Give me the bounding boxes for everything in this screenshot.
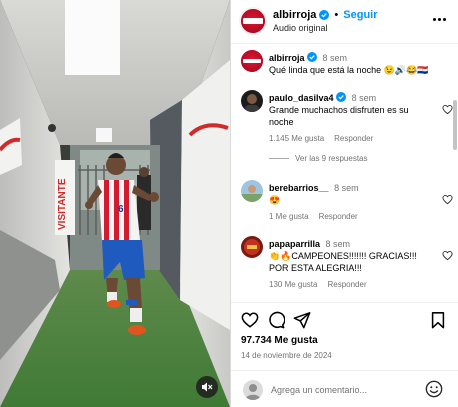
- comment-meta: 1 Me gusta Responder: [269, 211, 429, 223]
- reply-button[interactable]: Responder: [327, 279, 366, 291]
- comment-username[interactable]: papaparrilla: [269, 239, 320, 249]
- mute-button[interactable]: [196, 376, 218, 398]
- share-send-icon[interactable]: [293, 311, 311, 329]
- comment-meta: 130 Me gusta Responder: [269, 279, 429, 291]
- caption-avatar[interactable]: [241, 50, 263, 72]
- comment-likes[interactable]: 1 Me gusta: [269, 211, 309, 223]
- author-line: albirroja • Seguir: [273, 9, 378, 21]
- commenter-avatar[interactable]: [241, 236, 263, 258]
- verified-badge-icon: [336, 92, 347, 102]
- post-actions: 97.734 Me gusta 14 de noviembre de 2024: [231, 302, 458, 374]
- heart-icon[interactable]: [442, 194, 453, 205]
- reply-button[interactable]: Responder: [334, 133, 373, 145]
- view-replies-label: Ver las 9 respuestas: [295, 154, 368, 163]
- post-side-panel: albirroja • Seguir Audio original albirr…: [230, 0, 458, 407]
- comment-time: 8 sem: [351, 93, 377, 103]
- comment-likes[interactable]: 1.145 Me gusta: [269, 133, 324, 145]
- comment-username[interactable]: paulo_dasilva4: [269, 93, 334, 103]
- author-avatar[interactable]: [239, 7, 267, 35]
- visitante-banner-text: VISITANTE: [57, 178, 68, 230]
- follow-button[interactable]: Seguir: [343, 9, 377, 21]
- comment-body: berebarrios__ 8 sem 😍 1 Me gusta Respond…: [269, 182, 429, 223]
- author-username[interactable]: albirroja: [273, 9, 316, 21]
- jersey-number: 6: [118, 204, 124, 215]
- emoji-smiley-icon[interactable]: [425, 380, 443, 398]
- comment-likes[interactable]: 130 Me gusta: [269, 279, 317, 291]
- audio-subtitle[interactable]: Audio original: [273, 23, 328, 33]
- post-date[interactable]: 14 de noviembre de 2024: [241, 351, 332, 360]
- current-user-avatar: [243, 380, 263, 400]
- post-video[interactable]: VISITANTE 6: [0, 0, 230, 407]
- caption-time: 8 sem: [322, 53, 348, 63]
- replies-line: [269, 158, 289, 159]
- view-replies-button[interactable]: Ver las 9 respuestas: [269, 154, 367, 163]
- caption-text: Qué linda que está la noche 😉🔊😂🇵🇾: [269, 65, 429, 75]
- comment-body: papaparrilla 8 sem 👏🔥CAMPEONES!!!!!!! GR…: [269, 238, 429, 291]
- add-comment-bar: [231, 370, 458, 407]
- comment-text: Grande muchachos disfruten es su noche: [269, 105, 409, 127]
- comment-text: 👏🔥CAMPEONES!!!!!!! GRACIAS!!! POR ESTA A…: [269, 251, 417, 273]
- more-options-icon[interactable]: [433, 14, 449, 24]
- comment-username[interactable]: berebarrios__: [269, 183, 329, 193]
- separator-dot: •: [334, 9, 339, 21]
- comments-scrollbar[interactable]: [453, 100, 457, 150]
- comments-list[interactable]: albirroja 8 sem Qué linda que está la no…: [231, 44, 458, 302]
- caption-body: albirroja 8 sem Qué linda que está la no…: [269, 52, 429, 76]
- heart-icon[interactable]: [442, 250, 453, 261]
- commenter-avatar[interactable]: [241, 180, 263, 202]
- speaker-muted-icon: [202, 382, 213, 392]
- reply-button[interactable]: Responder: [319, 211, 358, 223]
- comment-meta: 1.145 Me gusta Responder: [269, 133, 429, 145]
- comment-body: paulo_dasilva4 8 sem Grande muchachos di…: [269, 92, 429, 145]
- video-frame: VISITANTE 6: [0, 0, 230, 407]
- verified-badge-icon: [319, 10, 330, 20]
- comment-input[interactable]: [271, 381, 421, 399]
- like-heart-icon[interactable]: [241, 311, 259, 329]
- bookmark-icon[interactable]: [429, 311, 447, 329]
- heart-icon[interactable]: [442, 104, 453, 115]
- post-header: albirroja • Seguir Audio original: [231, 0, 458, 44]
- comment-bubble-icon[interactable]: [267, 311, 285, 329]
- comment-text: 😍: [269, 195, 281, 205]
- commenter-avatar[interactable]: [241, 90, 263, 112]
- caption-username[interactable]: albirroja: [269, 53, 305, 63]
- comment-time: 8 sem: [334, 183, 359, 193]
- verified-badge-icon: [307, 52, 318, 62]
- likes-count[interactable]: 97.734 Me gusta: [241, 335, 318, 346]
- comment-time: 8 sem: [325, 239, 351, 249]
